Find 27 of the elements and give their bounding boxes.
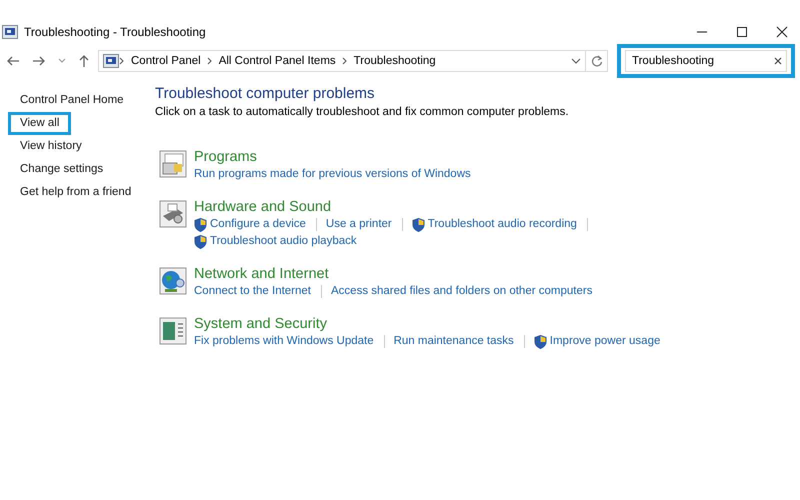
page-heading: Troubleshoot computer problems [155, 84, 376, 104]
page-description: Click on a task to automatically troubleshoot and fix common computer problems. [155, 106, 570, 118]
task-link[interactable]: Access shared files and folders on other computers [331, 284, 592, 299]
task-link[interactable]: Run programs made for previous versions of Windows [194, 167, 471, 182]
category-title[interactable]: Hardware and Sound [194, 198, 674, 217]
sidebar-link[interactable]: View all [8, 112, 72, 135]
search-field[interactable]: Troubleshooting [625, 50, 787, 72]
sidebar-link[interactable]: Control Panel Home [8, 89, 136, 112]
task-link[interactable]: Run maintenance tasks [394, 334, 514, 349]
task-link[interactable]: Improve power usage [550, 334, 660, 349]
task-link[interactable]: Use a printer [326, 217, 392, 232]
task-link[interactable]: Connect to the Internet [194, 284, 311, 299]
address-bar[interactable]: Control Panel All Control Panel Items Troubleshooting [98, 50, 586, 72]
sidebar-link[interactable]: View history [8, 135, 94, 158]
task-link[interactable]: Fix problems with Windows Update [194, 334, 374, 349]
task-link[interactable]: Troubleshoot audio recording [428, 217, 577, 232]
sidebar-link[interactable]: Get help from a friend [8, 181, 144, 204]
breadcrumb[interactable]: Troubleshooting [348, 55, 442, 67]
task-link[interactable]: Configure a device [210, 217, 306, 232]
category-title[interactable]: Programs [194, 148, 674, 167]
breadcrumb[interactable]: All Control Panel Items [212, 55, 342, 67]
sidebar-link[interactable]: Change settings [8, 158, 116, 181]
category-title[interactable]: System and Security [194, 315, 674, 334]
category-title[interactable]: Network and Internet [194, 265, 674, 284]
breadcrumb[interactable]: Control Panel [125, 55, 207, 67]
task-link[interactable]: Troubleshoot audio playback [210, 234, 357, 249]
window-title: Troubleshooting - Troubleshooting [24, 25, 206, 39]
